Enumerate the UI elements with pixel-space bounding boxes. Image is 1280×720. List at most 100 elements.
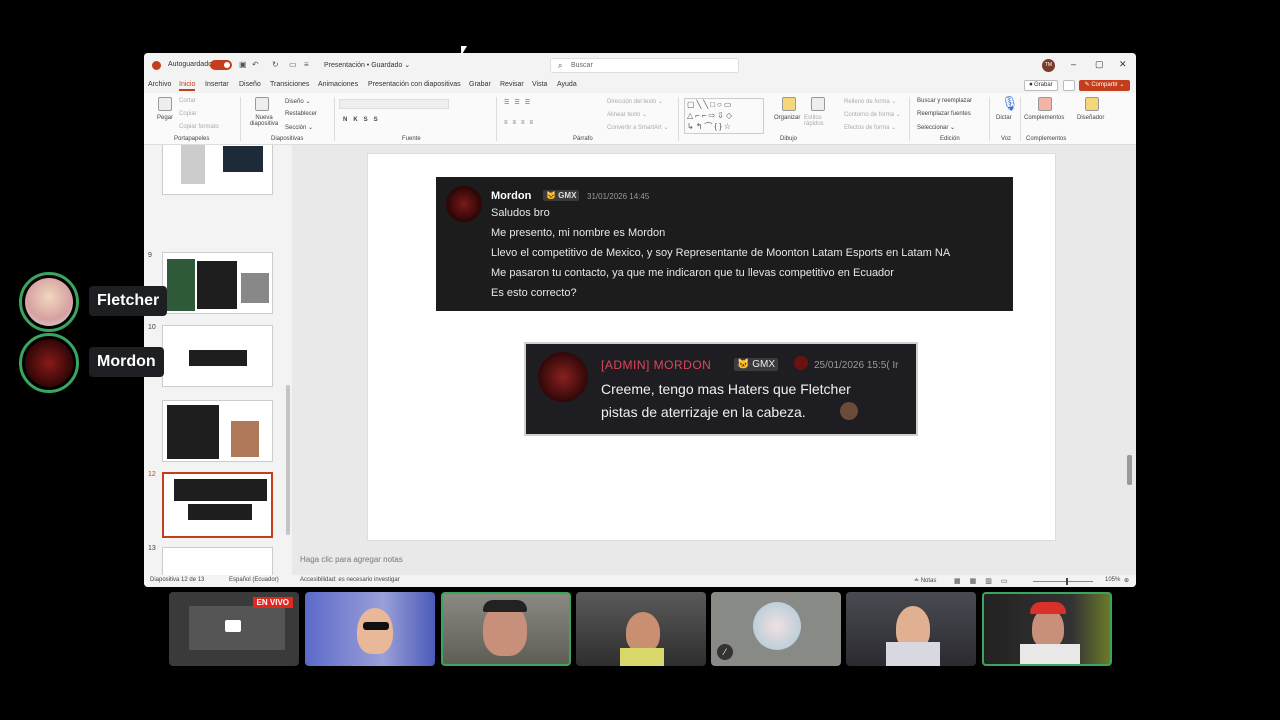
designer-button[interactable]: Diseñador: [1077, 115, 1104, 121]
slide-canvas[interactable]: Mordon 🐱 GMX 31/01/2026 14:45 Saludos br…: [367, 153, 1056, 541]
tab-grabar[interactable]: Grabar: [469, 81, 491, 88]
align-buttons[interactable]: ≡≡≡≡: [504, 120, 538, 126]
discord-message-image[interactable]: [ADMIN] MORDON 🐱 GMX 25/01/2026 15:5( Ir…: [524, 342, 918, 436]
replace-fonts-button[interactable]: Reemplazar fuentes: [917, 111, 971, 117]
save-icon[interactable]: ▣: [239, 60, 247, 69]
notes-toggle[interactable]: ≐ Notas: [914, 577, 936, 584]
designer-icon[interactable]: [1085, 97, 1099, 111]
search-box[interactable]: ⌕ Buscar: [550, 58, 739, 73]
editor-scrollbar-thumb[interactable]: [1127, 455, 1132, 485]
quick-styles-button[interactable]: Estilos rápidos: [804, 115, 832, 127]
align-text-button[interactable]: Alinear texto ⌄: [607, 111, 647, 118]
dictate-button[interactable]: Dictar: [996, 115, 1012, 121]
tab-vista[interactable]: Vista: [532, 81, 547, 88]
tab-animaciones[interactable]: Animaciones: [318, 81, 358, 88]
accessibility-status[interactable]: Accesibilidad: es necesario investigar: [300, 577, 400, 583]
close-icon[interactable]: ✕: [1119, 59, 1127, 70]
participant-shirt: [886, 642, 940, 666]
section-button[interactable]: Sección ⌄: [285, 124, 313, 131]
present-icon[interactable]: ▭: [289, 60, 297, 69]
ribbon-separator: [496, 97, 497, 141]
tab-inicio[interactable]: Inicio: [179, 81, 196, 91]
tab-revisar[interactable]: Revisar: [500, 81, 524, 88]
list-buttons[interactable]: ☰☰☰: [504, 99, 535, 106]
thumbnails-scrollbar[interactable]: [286, 145, 290, 575]
arrange-icon[interactable]: [782, 97, 796, 111]
ribbon-separator: [334, 97, 335, 141]
participant-figure: [626, 612, 660, 652]
slide-thumbnail[interactable]: [162, 547, 273, 575]
zoom-slider-knob[interactable]: [1066, 578, 1068, 585]
record-button[interactable]: ⏺ Grabar: [1024, 80, 1058, 91]
participant-video-tile[interactable]: [305, 592, 435, 666]
reset-button[interactable]: Restablecer: [285, 111, 317, 117]
cut-button[interactable]: Cortar: [179, 98, 196, 104]
participant-video-tile[interactable]: [846, 592, 976, 666]
layout-button[interactable]: Diseño ⌄: [285, 98, 310, 105]
participant-video-tile-speaking[interactable]: [982, 592, 1112, 666]
minimize-icon[interactable]: –: [1071, 59, 1076, 69]
slide-thumbnail-selected[interactable]: [162, 472, 273, 538]
tab-ayuda[interactable]: Ayuda: [557, 81, 577, 88]
paste-icon[interactable]: [158, 97, 172, 111]
new-slide-button[interactable]: Nueva diapositiva: [244, 115, 284, 127]
tab-insertar[interactable]: Insertar: [205, 81, 229, 88]
participant-video-tile-speaking[interactable]: [441, 592, 571, 666]
redo-icon[interactable]: ↻: [272, 60, 279, 69]
copy-button[interactable]: Copiar: [179, 111, 197, 117]
sunglasses: [363, 622, 389, 630]
font-name-select[interactable]: [339, 99, 449, 109]
slide-thumbnail[interactable]: [162, 252, 273, 314]
fit-slide-icon[interactable]: ⊕: [1124, 577, 1129, 584]
group-voice: Voz: [1001, 136, 1012, 142]
voice-user-avatar[interactable]: [19, 272, 79, 332]
voice-user-avatar[interactable]: [19, 333, 79, 393]
tab-presentacion[interactable]: Presentación con diapositivas: [368, 81, 461, 88]
paste-button[interactable]: Pegar: [157, 115, 173, 121]
text-direction-button[interactable]: Dirección del texto ⌄: [607, 98, 663, 105]
undo-icon[interactable]: ↶: [252, 60, 259, 69]
language[interactable]: Español (Ecuador): [229, 577, 279, 583]
addins-button[interactable]: Complementos: [1024, 115, 1064, 121]
comments-button[interactable]: [1063, 80, 1075, 91]
user-avatar[interactable]: TM: [1042, 59, 1055, 72]
discord-message-image[interactable]: Mordon 🐱 GMX 31/01/2026 14:45 Saludos br…: [436, 177, 1013, 311]
format-painter-button[interactable]: Copiar formato: [179, 124, 219, 130]
view-buttons[interactable]: ▦▦▥▭: [954, 577, 1016, 585]
customize-qat-icon[interactable]: ≡: [304, 60, 309, 69]
find-replace-button[interactable]: Buscar y reemplazar: [917, 98, 972, 104]
shapes-gallery[interactable]: ▢╲╲□○▭ △⌐⌐⇨⇩◇ ↳↰⌒{}☆: [684, 98, 764, 134]
tab-archivo[interactable]: Archivo: [148, 81, 171, 88]
smartart-button[interactable]: Convertir a SmartArt ⌄: [607, 124, 668, 131]
microphone-icon[interactable]: 🎙: [1001, 95, 1019, 112]
document-title[interactable]: Presentación • Guardado ⌄: [324, 61, 410, 69]
quick-styles-icon[interactable]: [811, 97, 825, 111]
screen-share-tile[interactable]: EN VIVO: [169, 592, 299, 666]
ribbon-tabs: Archivo Inicio Insertar Diseño Transicio…: [144, 78, 1136, 92]
shape-fill-button[interactable]: Relleno de forma ⌄: [844, 98, 896, 105]
slide-thumbnail[interactable]: [162, 145, 273, 195]
slide-thumbnail[interactable]: [162, 400, 273, 462]
autosave-toggle[interactable]: [210, 60, 232, 70]
avatar-image: [25, 278, 73, 326]
voice-user-name: Mordon: [89, 347, 164, 377]
addins-icon[interactable]: [1038, 97, 1052, 111]
new-slide-icon[interactable]: [255, 97, 269, 111]
scrollbar-thumb[interactable]: [286, 385, 290, 535]
zoom-level[interactable]: 105%: [1105, 577, 1120, 583]
search-placeholder: Buscar: [571, 62, 593, 69]
tab-diseno[interactable]: Diseño: [239, 81, 261, 88]
notes-placeholder[interactable]: Haga clic para agregar notas: [300, 555, 403, 564]
participant-video-tile[interactable]: [576, 592, 706, 666]
font-format-buttons[interactable]: NKSS: [343, 117, 384, 123]
slide-thumbnail[interactable]: [162, 325, 273, 387]
tab-transiciones[interactable]: Transiciones: [270, 81, 309, 88]
shape-outline-button[interactable]: Contorno de forma ⌄: [844, 111, 901, 118]
shape-effects-button[interactable]: Efectos de forma ⌄: [844, 124, 896, 131]
zoom-slider[interactable]: [1033, 581, 1093, 582]
select-button[interactable]: Seleccionar ⌄: [917, 124, 955, 131]
arrange-button[interactable]: Organizar: [774, 115, 800, 121]
participant-avatar-tile[interactable]: ⁄: [711, 592, 841, 666]
share-button[interactable]: ✎ Compartir ⌄: [1079, 80, 1130, 91]
maximize-icon[interactable]: ▢: [1095, 59, 1104, 70]
